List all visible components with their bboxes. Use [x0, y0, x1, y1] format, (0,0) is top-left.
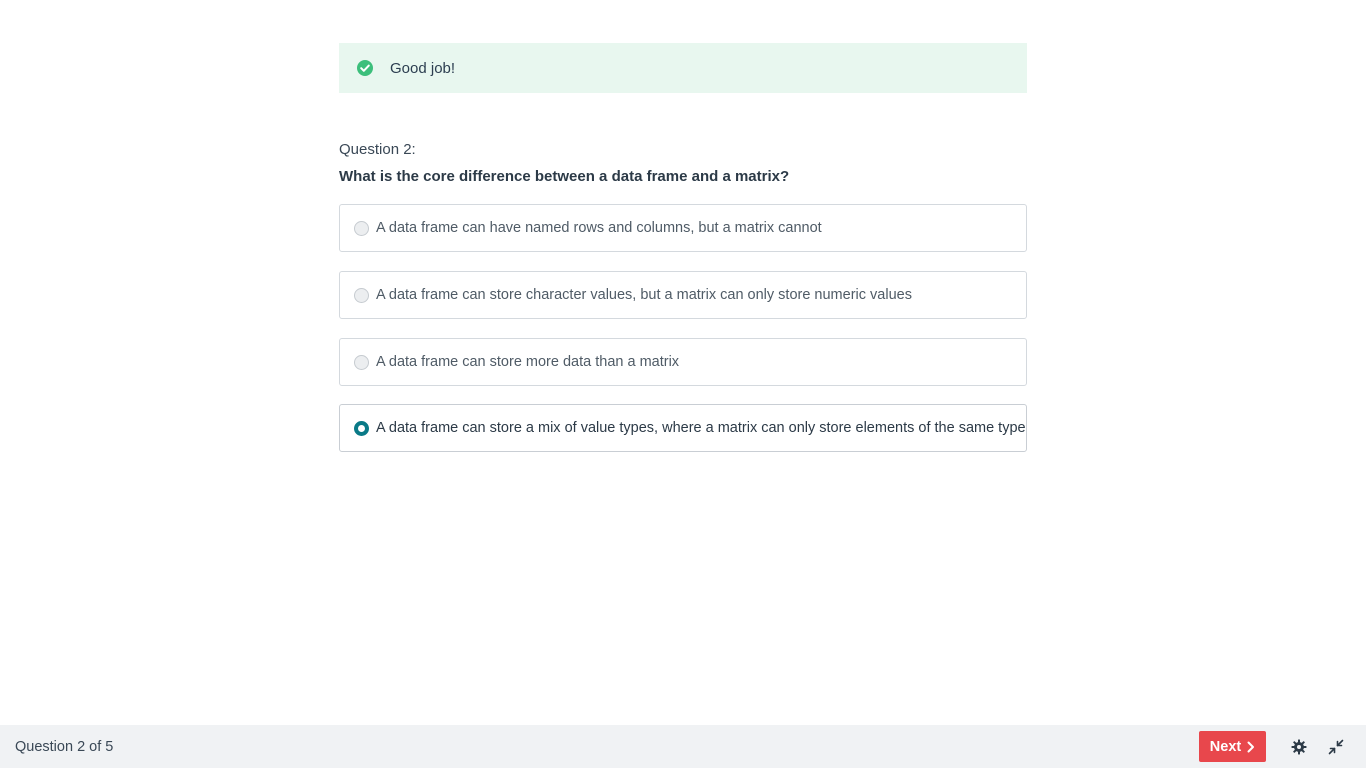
radio-button[interactable]: [354, 354, 369, 370]
footer-actions: Next: [1199, 731, 1344, 762]
radio-button-checked[interactable]: [354, 420, 369, 436]
collapse-icon[interactable]: [1328, 739, 1344, 755]
feedback-message: Good job!: [390, 59, 456, 77]
answer-option[interactable]: A data frame can store character values,…: [339, 271, 1027, 319]
feedback-banner: Good job!: [339, 43, 1027, 93]
check-circle-icon: [356, 59, 374, 77]
answer-option-label: A data frame can have named rows and col…: [376, 220, 822, 236]
quiz-page: Good job! Question 2: What is the core d…: [0, 0, 1366, 768]
answer-options: A data frame can have named rows and col…: [339, 204, 1027, 452]
answer-option-label: A data frame can store a mix of value ty…: [376, 420, 1026, 436]
progress-label: Question 2 of 5: [15, 738, 114, 755]
answer-option-label: A data frame can store more data than a …: [376, 354, 680, 370]
question-text: What is the core difference between a da…: [339, 168, 790, 185]
question-number: Question 2:: [339, 141, 416, 158]
answer-option[interactable]: A data frame can store more data than a …: [339, 338, 1027, 386]
chevron-right-icon: [1247, 741, 1255, 753]
quiz-content: Good job! Question 2: What is the core d…: [339, 43, 1027, 471]
radio-button[interactable]: [354, 287, 369, 303]
radio-button[interactable]: [354, 220, 369, 236]
answer-option-selected[interactable]: A data frame can store a mix of value ty…: [339, 404, 1027, 452]
quiz-footer: Question 2 of 5 Next: [0, 725, 1366, 768]
gear-icon[interactable]: [1291, 739, 1307, 755]
answer-option[interactable]: A data frame can have named rows and col…: [339, 204, 1027, 252]
next-button-label: Next: [1209, 738, 1242, 755]
answer-option-label: A data frame can store character values,…: [376, 287, 912, 303]
next-button[interactable]: Next: [1199, 731, 1266, 762]
